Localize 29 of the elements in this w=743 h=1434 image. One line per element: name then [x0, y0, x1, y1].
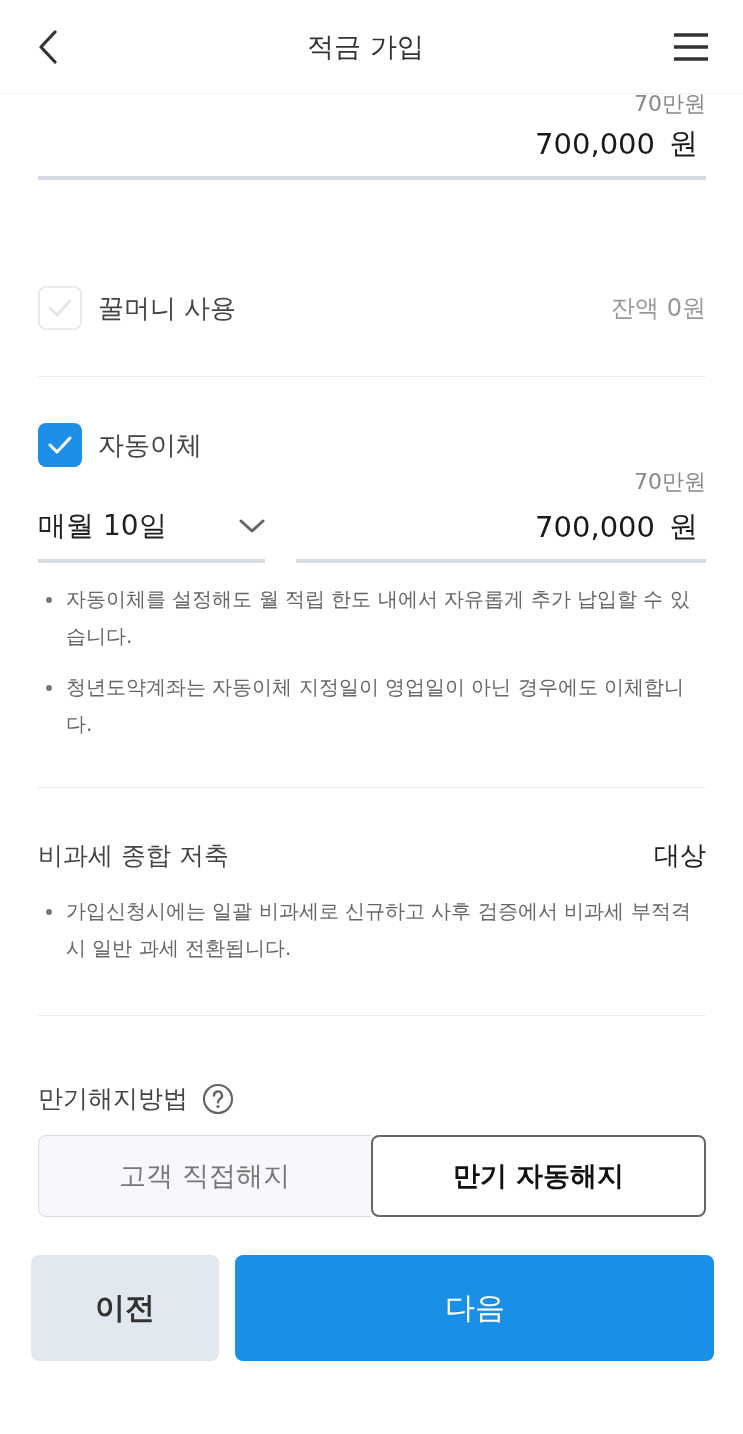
amount-hint: 70만원: [633, 94, 706, 114]
balance-text: 잔액 0원: [611, 293, 706, 324]
note-text: 청년도약계좌는 자동이체 지정일이 영업일이 아닌 경우에도 이체합니다.: [66, 674, 686, 738]
back-icon[interactable]: [38, 29, 58, 64]
amount-field[interactable]: 700,000 원: [38, 114, 706, 180]
check-icon: [47, 435, 73, 455]
note-text: 자동이체를 설정해도 월 적립 한도 내에서 자유롭게 추가 납입할 수 있습니다.: [66, 586, 691, 650]
checkbox-label: 꿀머니 사용: [98, 291, 237, 325]
bullet-icon: [46, 909, 52, 915]
note-text: 가입신청시에는 일괄 비과세로 신규하고 사후 검증에서 비과세 부적격 시 일반 과세 전환됩니다.: [66, 898, 692, 962]
day-dropdown[interactable]: 매월 10일: [38, 497, 265, 563]
bullet-icon: [46, 597, 52, 603]
amount-hint: 70만원: [633, 468, 706, 496]
amount-field[interactable]: 700,000 원: [296, 497, 706, 563]
tax-label: 비과세 종합 저축: [38, 840, 229, 872]
page-title: 적금 가입: [307, 29, 424, 64]
segment-option[interactable]: 고객 직접해지: [38, 1135, 371, 1217]
checkbox[interactable]: [38, 423, 82, 467]
segment-option[interactable]: 만기 자동해지: [370, 1135, 706, 1217]
bullet-icon: [46, 685, 52, 691]
checkbox[interactable]: [38, 286, 82, 330]
help-icon[interactable]: [202, 1082, 234, 1115]
chevron-down-icon: [239, 519, 265, 533]
check-icon: [47, 298, 73, 318]
tax-value: 대상: [654, 839, 706, 872]
maturity-label: 만기해지방법: [38, 1083, 188, 1115]
menu-icon[interactable]: [673, 32, 709, 61]
checkbox-label: 자동이체: [98, 428, 202, 462]
previous-button[interactable]: 이전: [31, 1255, 219, 1361]
